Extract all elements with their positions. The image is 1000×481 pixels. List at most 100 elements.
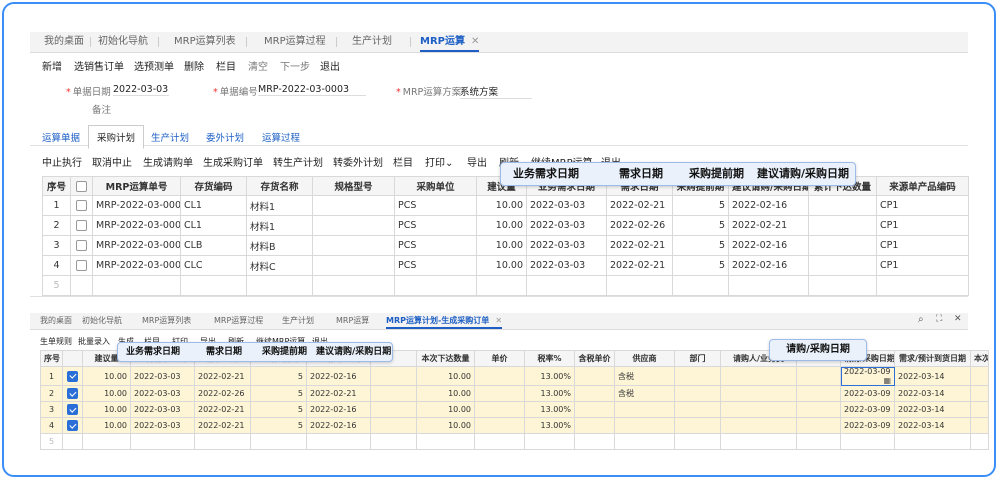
table-row[interactable]: 4 MRP-2022-03-0003 CLC 材料C PCS 10.00 202… [42, 255, 969, 276]
col-header-unit-price[interactable]: 单价 [474, 350, 525, 367]
cell-unit-price[interactable] [474, 366, 525, 386]
select-all-checkbox[interactable] [76, 180, 87, 192]
row-checkbox[interactable] [76, 260, 87, 271]
columns-button[interactable]: 栏目 [393, 154, 413, 169]
cell-unit-price[interactable] [474, 417, 525, 434]
tab-mrp-list[interactable]: MRP运算列表 [142, 313, 191, 329]
cell-issue-qty[interactable]: 10.00 [416, 401, 475, 418]
cell-empty[interactable] [970, 433, 989, 450]
cell-purchase-date[interactable]: 2022-03-09 ▦ [840, 366, 895, 386]
cell-empty[interactable] [672, 275, 729, 296]
tab-init-nav[interactable]: 初始化导航 [98, 32, 148, 52]
cell-tax-price[interactable] [574, 401, 615, 418]
calendar-icon[interactable]: ▦ [883, 376, 891, 385]
cell-blank[interactable] [796, 401, 841, 418]
tab-mrp-list[interactable]: MRP运算列表 [174, 32, 236, 52]
cell-empty[interactable] [574, 433, 615, 450]
tab-desktop[interactable]: 我的桌面 [44, 32, 84, 52]
row-checkbox[interactable] [76, 220, 87, 231]
print-button[interactable]: 打印⌄ [425, 154, 453, 169]
suspend-button[interactable]: 中止执行 [42, 154, 82, 169]
select-sales-order-button[interactable]: 选销售订单 [74, 58, 124, 73]
cell-current[interactable] [970, 385, 989, 402]
cell-select[interactable] [70, 235, 93, 256]
subtab-outsource-plan[interactable]: 委外计划 [206, 130, 244, 144]
cell-blank[interactable] [796, 385, 841, 402]
cell-requester[interactable] [720, 401, 797, 418]
subtab-calc-process[interactable]: 运算过程 [262, 130, 300, 144]
cell-empty[interactable] [808, 275, 877, 296]
cell-empty[interactable] [312, 275, 395, 296]
columns-button[interactable]: 栏目 [216, 58, 236, 73]
col-header-source-product[interactable]: 来源单产品编码 [876, 176, 969, 196]
cell-arrival-date[interactable]: 2022-03-14 [894, 401, 971, 418]
cell-issue-qty[interactable]: 10.00 [416, 366, 475, 386]
col-header-department[interactable]: 部门 [674, 350, 721, 367]
doc-no-field[interactable]: MRP-2022-03-0003 [258, 84, 366, 96]
cell-empty[interactable] [796, 433, 841, 450]
cell-empty[interactable] [606, 275, 673, 296]
maximize-icon[interactable]: ⛶ [936, 314, 942, 324]
subtab-production-plan[interactable]: 生产计划 [151, 130, 189, 144]
col-header-item-code[interactable]: 存货编码 [180, 176, 247, 196]
cell-select[interactable] [62, 366, 83, 386]
export-button[interactable]: 导出 [467, 154, 487, 169]
cell-empty[interactable] [92, 275, 181, 296]
cell-department[interactable] [674, 385, 721, 402]
delete-button[interactable]: 删除 [184, 58, 204, 73]
cell-arrival-date[interactable]: 2022-03-14 [894, 417, 971, 434]
cell-select[interactable] [62, 401, 83, 418]
col-header-current[interactable]: 本次 [970, 350, 989, 367]
cell-empty[interactable] [614, 433, 675, 450]
cell-select[interactable] [62, 417, 83, 434]
cell-requester[interactable] [720, 385, 797, 402]
table-row[interactable]: 5 [40, 433, 989, 450]
cell-empty[interactable] [674, 433, 721, 450]
cell-select[interactable] [70, 275, 93, 296]
col-header-issue-qty[interactable]: 本次下达数量 [416, 350, 475, 367]
cell-empty[interactable] [306, 433, 371, 450]
cell-current[interactable] [970, 366, 989, 386]
cell-empty[interactable] [894, 433, 971, 450]
cell-requester[interactable] [720, 366, 797, 386]
table-row[interactable]: 1 10.00 2022-03-03 2022-02-21 5 2022-02-… [40, 366, 989, 386]
col-header-item-name[interactable]: 存货名称 [246, 176, 313, 196]
table-row[interactable]: 2 MRP-2022-03-0003 CL1 材料1 PCS 10.00 202… [42, 215, 969, 236]
col-header-mrp-no[interactable]: MRP运算单号 [92, 176, 181, 196]
subtab-purchase-plan[interactable]: 采购计划 [88, 125, 145, 149]
cell-empty[interactable] [728, 275, 809, 296]
col-header-seq[interactable]: 序号 [42, 176, 71, 196]
cell-empty[interactable] [840, 433, 895, 450]
tab-production-plan[interactable]: 生产计划 [352, 32, 392, 52]
cell-department[interactable] [674, 417, 721, 434]
cell-tax-rate[interactable]: 13.00% [524, 401, 575, 418]
tab-mrp-process[interactable]: MRP运算过程 [264, 32, 326, 52]
gen-po-button[interactable]: 生成采购订单 [203, 154, 263, 169]
tab-production-plan[interactable]: 生产计划 [282, 313, 314, 329]
tab-init-nav[interactable]: 初始化导航 [82, 313, 122, 329]
cell-empty[interactable] [130, 433, 195, 450]
close-icon[interactable]: ✕ [495, 316, 502, 325]
cell-issue-qty[interactable]: 10.00 [416, 417, 475, 434]
cell-department[interactable] [674, 401, 721, 418]
cell-tax-rate[interactable]: 13.00% [524, 366, 575, 386]
cell-empty[interactable] [180, 275, 247, 296]
cell-tax-rate[interactable]: 13.00% [524, 385, 575, 402]
row-checkbox[interactable] [67, 370, 78, 382]
cell-unit-price[interactable] [474, 385, 525, 402]
batch-entry-button[interactable]: 批量录入 [78, 336, 110, 347]
close-icon[interactable]: ✕ [471, 36, 479, 47]
cell-blank[interactable] [370, 417, 417, 434]
row-checkbox[interactable] [67, 420, 78, 431]
cell-purchase-date[interactable]: 2022-03-09 [840, 385, 895, 402]
cell-supplier[interactable] [614, 417, 675, 434]
cell-supplier[interactable]: 含税 [614, 385, 675, 402]
cancel-suspend-button[interactable]: 取消中止 [92, 154, 132, 169]
cell-select[interactable] [70, 195, 93, 216]
cell-current[interactable] [970, 417, 989, 434]
cell-tax-price[interactable] [574, 385, 615, 402]
cell-empty[interactable] [876, 275, 969, 296]
tab-desktop[interactable]: 我的桌面 [40, 313, 72, 329]
to-outsource-plan-button[interactable]: 转委外计划 [333, 154, 383, 169]
table-row[interactable]: 5 [42, 275, 969, 296]
